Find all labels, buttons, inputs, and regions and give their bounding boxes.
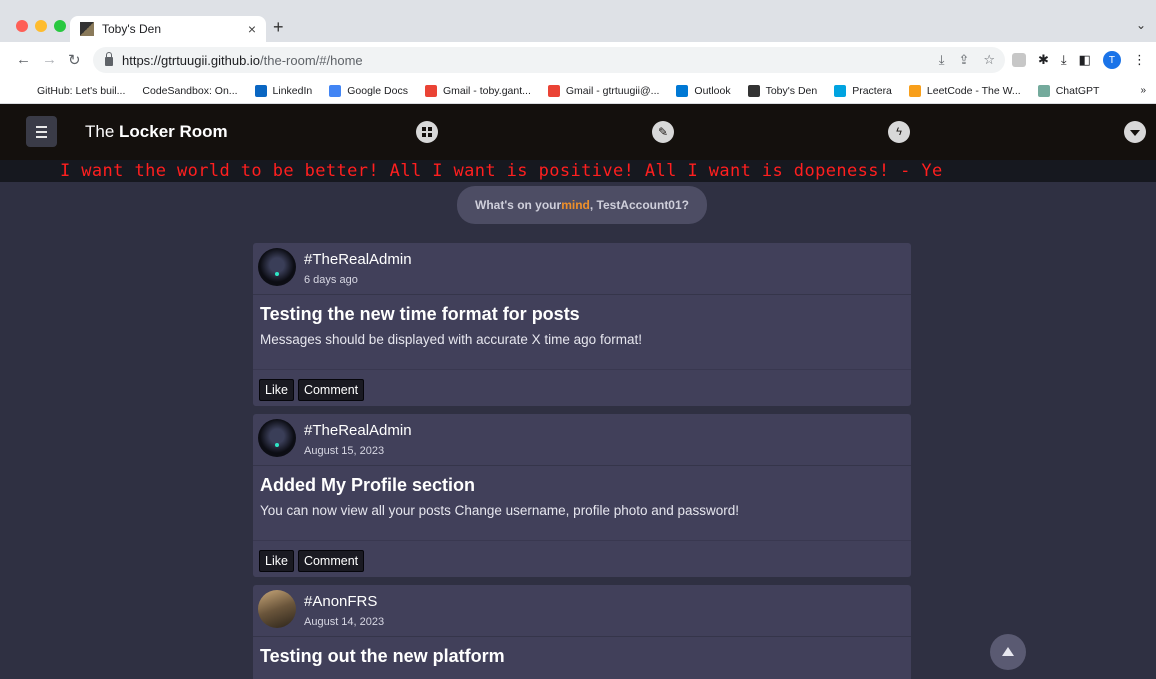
bookmark-label: Gmail - gtrtuugii@...	[565, 84, 660, 97]
linkedin-icon	[254, 84, 267, 97]
post-card: #AnonFRS August 14, 2023 Testing out the…	[253, 585, 911, 679]
messenger-icon[interactable]: ϟ	[888, 121, 910, 143]
brand-title-bold: Locker Room	[119, 122, 228, 141]
bookmark-label: LeetCode - The W...	[926, 84, 1021, 97]
hamburger-menu-button[interactable]	[26, 116, 57, 147]
url-host: https://gtrtuugii.github.io	[122, 52, 261, 68]
app-navbar: The Locker Room ✎ ϟ	[0, 104, 1156, 160]
post-timestamp: 6 days ago	[304, 274, 358, 286]
forward-arrow-icon[interactable]: →	[42, 51, 57, 68]
composer-highlight: mind	[561, 198, 590, 212]
bookmarks-bar: GitHub: Let's buil... CodeSandbox: On... L…	[0, 78, 1156, 104]
like-button[interactable]: Like	[259, 550, 294, 572]
post-timestamp: August 14, 2023	[304, 616, 385, 628]
avatar[interactable]	[258, 590, 296, 628]
browser-tab[interactable]: Toby's Den ×	[70, 16, 266, 42]
reload-icon[interactable]: ↻	[68, 51, 81, 69]
google-docs-icon	[329, 84, 342, 97]
new-tab-button[interactable]: +	[273, 17, 284, 38]
post-header: #AnonFRS August 14, 2023	[253, 585, 911, 637]
browser-toolbar: ← → ↻ https://gtrtuugii.github.io/the-ro…	[0, 42, 1156, 78]
post-username[interactable]: #TheRealAdmin	[304, 251, 412, 268]
bookmark-label: CodeSandbox: On...	[142, 84, 238, 97]
avatar[interactable]	[258, 419, 296, 457]
feed-grid-icon[interactable]	[416, 121, 438, 143]
bookmark-item[interactable]: Gmail - gtrtuugii@...	[547, 84, 660, 97]
minimize-window-button[interactable]	[35, 20, 47, 32]
bookmark-item[interactable]: Google Docs	[329, 84, 408, 97]
post-title: Testing out the new platform	[260, 646, 505, 666]
share-icon[interactable]: ⇪	[958, 52, 969, 68]
profile-avatar[interactable]: T	[1102, 51, 1121, 69]
post-divider	[253, 369, 911, 370]
bookmark-label: Toby's Den	[765, 84, 818, 97]
comment-button[interactable]: Comment	[297, 379, 365, 401]
post-card: #TheRealAdmin 6 days ago Testing the new…	[253, 243, 911, 406]
tobys-den-icon	[747, 84, 760, 97]
bookmark-item[interactable]: Gmail - toby.gant...	[424, 84, 531, 97]
post-username[interactable]: #TheRealAdmin	[304, 422, 412, 439]
tab-title: Toby's Den	[102, 22, 161, 36]
tobys-den-favicon-icon	[80, 22, 94, 36]
address-bar[interactable]: https://gtrtuugii.github.io/the-room/#/h…	[93, 47, 1005, 73]
account-dropdown-icon[interactable]	[1124, 121, 1146, 143]
comment-button[interactable]: Comment	[297, 550, 365, 572]
bookmark-item[interactable]: LinkedIn	[254, 84, 313, 97]
browser-menu-icon[interactable]: ⋮	[1133, 52, 1146, 68]
leetcode-icon	[908, 84, 921, 97]
post-body: You can now view all your posts Change u…	[260, 503, 740, 518]
compose-post-icon[interactable]: ✎	[652, 121, 674, 143]
install-app-icon[interactable]: ⤓	[939, 52, 945, 68]
bookmark-label: Practera	[852, 84, 892, 97]
bookmark-item[interactable]: Toby's Den	[747, 84, 818, 97]
post-username[interactable]: #AnonFRS	[304, 593, 377, 610]
post-title: Testing the new time format for posts	[260, 304, 580, 324]
gmail-icon	[424, 84, 437, 97]
scrolling-quote-banner: I want the world to be better! All I wan…	[0, 160, 1156, 182]
browser-tab-strip: Toby's Den × + ⌄	[0, 0, 1156, 42]
bookmark-item[interactable]: Outlook	[676, 84, 731, 97]
tab-search-chevron-icon[interactable]: ⌄	[1136, 18, 1146, 32]
scroll-to-top-button[interactable]	[990, 634, 1026, 670]
post-card: #TheRealAdmin August 15, 2023 Added My P…	[253, 414, 911, 577]
practera-icon	[834, 84, 847, 97]
bookmark-label: Gmail - toby.gant...	[442, 84, 531, 97]
post-body: Messages should be displayed with accura…	[260, 332, 642, 347]
side-panel-icon[interactable]: ◧	[1079, 52, 1091, 68]
post-header: #TheRealAdmin 6 days ago	[253, 243, 911, 295]
maximize-window-button[interactable]	[54, 20, 66, 32]
bookmark-item[interactable]: Practera	[834, 84, 892, 97]
extension-k-icon[interactable]	[1012, 53, 1026, 67]
like-button[interactable]: Like	[259, 379, 294, 401]
bookmark-item[interactable]: GitHub: Let's buil...	[37, 85, 125, 97]
bookmark-label: GitHub: Let's buil...	[37, 84, 126, 97]
bookmark-label: LinkedIn	[272, 84, 313, 97]
extensions-puzzle-icon[interactable]: ✱	[1038, 52, 1049, 68]
close-window-button[interactable]	[16, 20, 28, 32]
lock-icon	[105, 51, 113, 66]
bookmark-item[interactable]: CodeSandbox: On...	[142, 85, 237, 97]
url-path: /the-room/#/home	[260, 52, 363, 68]
bookmark-label: Outlook	[694, 84, 731, 97]
bookmark-item[interactable]: LeetCode - The W...	[908, 84, 1021, 97]
page-viewport: The Locker Room ✎ ϟ I want the world to …	[0, 104, 1156, 679]
bookmark-item[interactable]: ChatGPT	[1037, 84, 1100, 97]
downloads-icon[interactable]: ⤓	[1061, 52, 1067, 68]
chatgpt-icon	[1037, 84, 1050, 97]
back-arrow-icon[interactable]: ←	[16, 51, 31, 68]
create-post-button[interactable]: What's on your mind, TestAccount01?	[457, 186, 707, 224]
post-header: #TheRealAdmin August 15, 2023	[253, 414, 911, 466]
post-divider	[253, 540, 911, 541]
avatar[interactable]	[258, 248, 296, 286]
post-timestamp: August 15, 2023	[304, 445, 385, 457]
gmail-icon	[547, 84, 560, 97]
post-title: Added My Profile section	[260, 475, 476, 495]
bookmark-star-icon[interactable]: ☆	[983, 52, 995, 68]
brand-title[interactable]: The Locker Room	[85, 122, 228, 142]
bookmark-label: Google Docs	[347, 84, 408, 97]
close-tab-icon[interactable]: ×	[248, 21, 256, 37]
more-bookmarks-icon[interactable]: »	[1140, 85, 1146, 96]
outlook-icon	[676, 84, 689, 97]
bookmark-label: ChatGPT	[1055, 84, 1100, 97]
